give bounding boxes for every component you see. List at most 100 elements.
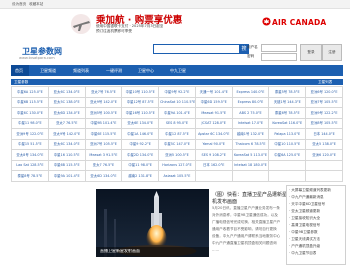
sat-cell[interactable]: 亚太6C 134.0°E <box>47 86 86 98</box>
nav-item-zhongjiu[interactable]: 中九卫星 <box>170 68 186 74</box>
sat-cell[interactable]: 越南1号 132.0°E <box>231 128 270 140</box>
sat-cell[interactable]: 亚太7 76.5°E <box>47 117 86 129</box>
sat-cell[interactable]: 日本 144.0°E <box>305 128 343 140</box>
sat-cell[interactable]: 中星12号 87.5°E <box>121 96 160 108</box>
sat-cell[interactable]: Thaicom 6 78.5°E <box>231 138 270 150</box>
news-title-line2[interactable]: 机发布画面 <box>212 198 237 205</box>
sat-cell[interactable]: 中星9A 101.4°E <box>158 107 196 119</box>
sat-cell[interactable]: 中星6E 115.5°E <box>84 128 123 140</box>
nav-item-sat-center[interactable]: 卫星中心 <box>138 68 154 74</box>
sat-cell[interactable]: 亚太6E 134.0°E <box>121 117 160 129</box>
sat-cell[interactable]: 中星12 87.5°E <box>158 128 196 140</box>
sat-cell[interactable]: 中星9A 101.4°E <box>47 170 86 182</box>
news-title[interactable]: （图）快看：直播卫星产品遭新星三大 <box>212 191 297 198</box>
sat-cell[interactable]: 中星15 51.5°E <box>11 138 49 150</box>
login-button[interactable]: 登录 <box>300 44 322 61</box>
sat-cell[interactable]: Yamal 90.0°E <box>194 138 233 150</box>
sat-cell[interactable]: 中星6B 115.5°E <box>11 96 49 108</box>
password-field[interactable] <box>261 53 297 61</box>
sat-cell[interactable]: 中星2D 134.0°E <box>121 149 160 161</box>
sat-cell[interactable]: 中星16 110.5°E <box>47 149 86 161</box>
sat-cell[interactable]: 中星6A 125.0°E <box>11 86 49 98</box>
sat-cell[interactable]: 日本 162.0°E <box>194 159 233 171</box>
sat-cell[interactable]: KoreaSat 116.0°E <box>268 117 307 129</box>
sat-cell[interactable]: KoreaSat 5 113.0°E <box>231 149 270 161</box>
add-favorite-link[interactable]: 收藏本站 <box>29 2 43 6</box>
username-field[interactable] <box>261 44 297 52</box>
sat-cell[interactable]: SES 8 95.0°E <box>158 117 196 129</box>
sat-cell[interactable]: Measat 3 91.5°E <box>84 149 123 161</box>
sat-cell[interactable]: Lao Sat 128.5°E <box>11 159 49 171</box>
sat-cell[interactable]: 中星11 98.0°E <box>11 117 49 129</box>
sat-cell[interactable]: 中星1A 146.0°E <box>121 128 160 140</box>
sat-cell[interactable]: 亚洲5 100.5°E <box>158 149 196 161</box>
sat-cell[interactable]: 亚太5 138.0°E <box>305 138 343 150</box>
sat-cell[interactable]: Express 80.0°E <box>231 96 270 108</box>
sat-cell[interactable]: 中星6D 159.5°E <box>194 96 233 108</box>
sat-cell[interactable]: 亚洲9号 122.2°E <box>305 107 343 119</box>
sat-cell[interactable]: 中星10 110.5°E <box>268 138 307 150</box>
sat-cell[interactable]: 亚洲6号 120.0°E <box>305 86 343 98</box>
side-news-item[interactable]: · 亚太卫星频道更新 <box>289 209 320 213</box>
sat-cell[interactable]: 亚洲9号 122.0°E <box>11 128 49 140</box>
set-home-link[interactable]: 设为首页 <box>12 2 26 6</box>
sat-cell[interactable]: 中星6A 125.0°E <box>268 149 307 161</box>
side-news-item[interactable]: · 卫星天线调试方法 <box>289 237 320 241</box>
sat-cell[interactable]: 亚洲7号 105.5°E <box>84 138 123 150</box>
side-news-item[interactable]: · 高清卫星电视信号 <box>289 223 320 227</box>
sat-cell[interactable]: 越南2 131.8°E <box>121 170 160 182</box>
side-news-item[interactable]: · 户户通机顶盒升级 <box>289 244 320 248</box>
nav-item-channel-list[interactable]: 频道列表 <box>73 68 89 74</box>
sat-cell[interactable]: SES 9 108.2°E <box>194 149 233 161</box>
side-news-item[interactable]: · 中九卫星节目表 <box>289 251 316 255</box>
sat-cell[interactable]: 天链1号 144.3°E <box>268 96 307 108</box>
sat-cell[interactable]: Palapa 113.0°E <box>268 128 307 140</box>
nav-item-sat-channels[interactable]: 卫星频道 <box>40 68 56 74</box>
sat-cell[interactable]: Intelsat 17.0°E <box>231 117 270 129</box>
sat-cell[interactable]: 中星16号 110.5°E <box>121 107 160 119</box>
side-news-item[interactable]: · 中星9B卫星参数 <box>289 230 318 234</box>
sat-cell[interactable]: Horizons 127.0°E <box>158 159 196 171</box>
sat-cell[interactable]: JCSAT 128.0°E <box>194 117 233 129</box>
sat-cell[interactable]: 亚太7 76.5°E <box>84 159 123 171</box>
sat-cell[interactable]: 中星9 92.2°E <box>121 138 160 150</box>
sat-cell[interactable]: 亚洲7号 105.5°E <box>305 96 343 108</box>
sat-cell[interactable]: 亚太6D 134.0°E <box>47 107 86 119</box>
sat-cell[interactable]: 中星6C 130.0°E <box>11 107 49 119</box>
sat-cell[interactable]: 亚太5C 138.0°E <box>47 96 86 108</box>
sat-cell[interactable]: 泰星5号 78.5°E <box>268 86 307 98</box>
side-news-item[interactable]: · 大屏幕卫星频道列表更新 <box>289 188 331 192</box>
sat-cell[interactable]: 天通一号 101.4°E <box>194 86 233 98</box>
sat-cell[interactable]: 中星5C 147.0°E <box>158 138 196 150</box>
sat-cell[interactable]: Measat 91.5°E <box>194 107 233 119</box>
sat-cell[interactable]: 亚太7号 76.5°E <box>84 86 123 98</box>
sat-list-link[interactable]: 卫星列表 <box>318 80 332 84</box>
sat-cell[interactable]: 泰星8号 78.5°E <box>11 170 49 182</box>
side-news-item[interactable]: · 卫星接收知识大全 <box>289 216 320 220</box>
sat-cell[interactable]: 中星9号 92.2°E <box>158 86 196 98</box>
sat-cell[interactable]: 亚太6D 134.0°E <box>84 170 123 182</box>
sat-cell[interactable]: 亚太9号 142.0°E <box>84 96 123 108</box>
sat-cell[interactable]: 中星10号 110.5°E <box>121 86 160 98</box>
sat-cell[interactable]: 中星11 98.0°E <box>121 159 160 171</box>
sat-cell[interactable]: 亚洲8号 105.5°E <box>305 117 343 129</box>
sat-cell[interactable]: ChinaSat 10 110.5°E <box>158 96 196 108</box>
sat-cell[interactable]: Express 140.0°E <box>231 86 270 98</box>
sat-cell[interactable]: ABS 2 75.0°E <box>231 107 270 119</box>
nav-item-home[interactable]: 首页 <box>15 68 23 74</box>
search-input[interactable] <box>153 44 241 54</box>
sat-cell[interactable]: 亚洲6 120.0°E <box>305 149 343 161</box>
sat-cell[interactable]: 泰星6号 78.5°E <box>268 107 307 119</box>
side-news-item[interactable]: · 中九户户通最新消息 <box>289 195 324 199</box>
side-news-item[interactable]: · 天平中星6D卫星信号 <box>289 202 325 206</box>
sat-cell[interactable]: 亚太8号 134.0°E <box>11 149 49 161</box>
sat-cell[interactable]: 亚太6C 134.0°E <box>47 138 86 150</box>
sat-cell[interactable]: Asiasat 105.5°E <box>158 170 196 182</box>
sat-cell[interactable]: Apstar 6C 134.0°E <box>194 128 233 140</box>
nav-item-evaluate[interactable]: 一键评测 <box>106 68 122 74</box>
register-button[interactable]: 注册 <box>322 44 342 61</box>
sat-cell[interactable]: 中星6B 115.5°E <box>47 159 86 171</box>
sat-cell[interactable]: 中星9B 101.4°E <box>84 117 123 129</box>
sat-cell[interactable]: Intelsat 18 180.0°E <box>231 159 270 171</box>
sat-cell[interactable]: 亚洲5号 100.5°E <box>84 107 123 119</box>
